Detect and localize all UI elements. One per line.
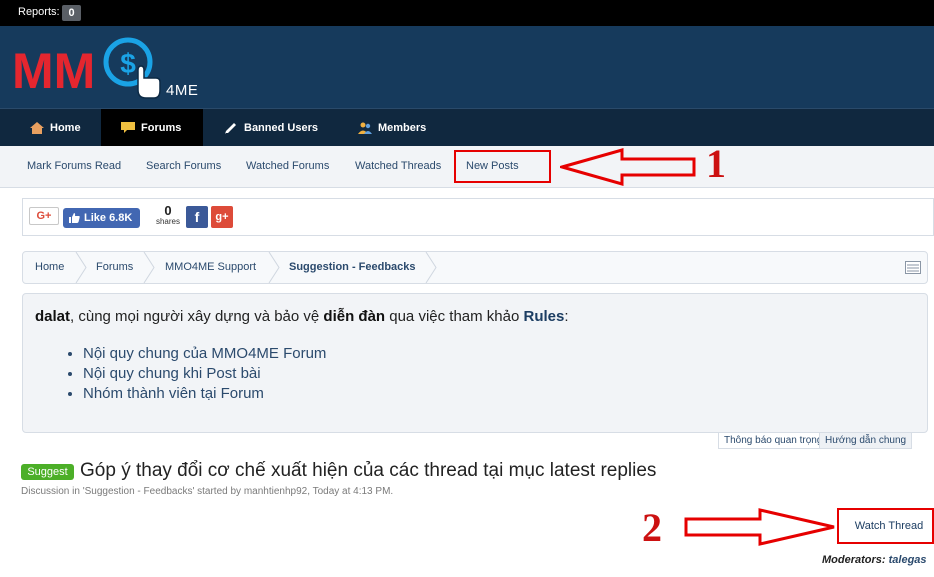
dollar-coin-icon: $ [103, 37, 161, 99]
annotation-number-2: 2 [642, 505, 662, 550]
nav-item-home[interactable]: Home [30, 109, 81, 147]
jump-menu-icon[interactable] [905, 261, 921, 274]
moderators-label: Moderators: [822, 554, 886, 566]
nav-label-banned-users: Banned Users [244, 122, 318, 134]
moderators-line: Moderators: talegas [822, 554, 927, 566]
main-nav: Home Forums Banned Users Members [0, 108, 934, 147]
notice-text-part-2: qua việc tham khảo [385, 308, 524, 325]
home-icon [30, 122, 44, 134]
thumbs-up-icon [69, 213, 80, 223]
breadcrumb-separator [75, 252, 87, 283]
reports-label[interactable]: Reports: [18, 6, 60, 18]
rules-link-item[interactable]: Nhóm thành viên tại Forum [83, 384, 326, 404]
facebook-share-icon[interactable]: f [186, 206, 208, 228]
share-count-number: 0 [164, 203, 172, 218]
forum-page: Reports: 0 MM $ 4ME Home Forums Banned U… [0, 0, 934, 577]
share-count: 0 shares [153, 203, 183, 226]
google-plus-share-icon[interactable]: g+ [211, 206, 233, 228]
breadcrumb-separator [143, 252, 155, 283]
reports-count-badge[interactable]: 0 [62, 5, 81, 21]
facebook-like-button[interactable]: Like 6.8K [63, 208, 140, 228]
top-bar: Reports: 0 [0, 0, 934, 26]
notice-tab-guide[interactable]: Hướng dẫn chung [819, 432, 913, 449]
pencil-icon [225, 123, 236, 134]
rules-link-item[interactable]: Nội quy chung của MMO4ME Forum [83, 344, 326, 364]
thread-meta: Discussion in 'Suggestion - Feedbacks' s… [21, 486, 394, 497]
watch-thread-button[interactable]: Watch Thread [850, 516, 928, 536]
annotation-box-new-posts [454, 150, 551, 183]
breadcrumb-forums[interactable]: Forums [96, 261, 133, 273]
annotation-arrow-left [560, 148, 696, 186]
notice-text-part-3: : [564, 308, 569, 325]
breadcrumb-suggestion-feedbacks[interactable]: Suggestion - Feedbacks [289, 261, 416, 273]
breadcrumb-home[interactable]: Home [35, 261, 64, 273]
nav-item-forums[interactable]: Forums [101, 109, 203, 147]
moderator-name[interactable]: talegas [889, 554, 927, 566]
breadcrumb-separator [425, 252, 437, 283]
logo-mm-text: MM [12, 43, 95, 99]
breadcrumb-separator [268, 252, 280, 283]
thread-title: Góp ý thay đổi cơ chế xuất hiện của các … [80, 460, 657, 481]
rules-link-list: Nội quy chung của MMO4ME Forum Nội quy c… [83, 344, 326, 404]
logo-suffix: 4ME [166, 82, 199, 99]
notice-rules-link[interactable]: Rules [524, 308, 565, 325]
subnav-watched-forums[interactable]: Watched Forums [246, 160, 329, 172]
annotation-number-1: 1 [706, 141, 726, 186]
annotation-arrow-right [684, 508, 835, 546]
members-icon [358, 122, 372, 134]
notice-username: dalat [35, 308, 71, 325]
logo-dollar-symbol: $ [120, 48, 136, 79]
forum-notice: dalat, cùng mọi người xây dựng và bảo vệ… [22, 293, 928, 433]
subnav-watched-threads[interactable]: Watched Threads [355, 160, 441, 172]
nav-label-members: Members [378, 122, 427, 134]
subnav-search-forums[interactable]: Search Forums [146, 160, 221, 172]
breadcrumb-mmo4me-support[interactable]: MMO4ME Support [165, 261, 256, 273]
share-bar: G+ Like 6.8K 0 shares f g+ [22, 198, 934, 236]
nav-item-members[interactable]: Members [358, 109, 426, 147]
subnav-mark-forums-read[interactable]: Mark Forums Read [27, 160, 121, 172]
chat-icon [121, 122, 135, 133]
site-logo[interactable]: MM [12, 40, 104, 100]
thread-prefix-badge[interactable]: Suggest [21, 464, 74, 480]
site-header: MM $ 4ME [0, 26, 934, 108]
breadcrumb: Home Forums MMO4ME Support Suggestion - … [22, 251, 928, 284]
nav-label-forums: Forums [141, 122, 182, 134]
notice-tab-important[interactable]: Thông báo quan trọng [718, 432, 829, 449]
nav-item-banned-users[interactable]: Banned Users [224, 109, 318, 147]
notice-text: dalat, cùng mọi người xây dựng và bảo vệ… [35, 308, 569, 325]
nav-label-home: Home [50, 122, 81, 134]
notice-text-part-1: , cùng mọi người xây dựng và bảo vệ [70, 308, 324, 325]
share-count-label: shares [155, 217, 180, 226]
rules-link-item[interactable]: Nội quy chung khi Post bài [83, 364, 326, 384]
google-plus-button[interactable]: G+ [29, 207, 59, 225]
like-count-label: Like 6.8K [84, 212, 133, 224]
notice-forum-word: diễn đàn [323, 308, 386, 325]
